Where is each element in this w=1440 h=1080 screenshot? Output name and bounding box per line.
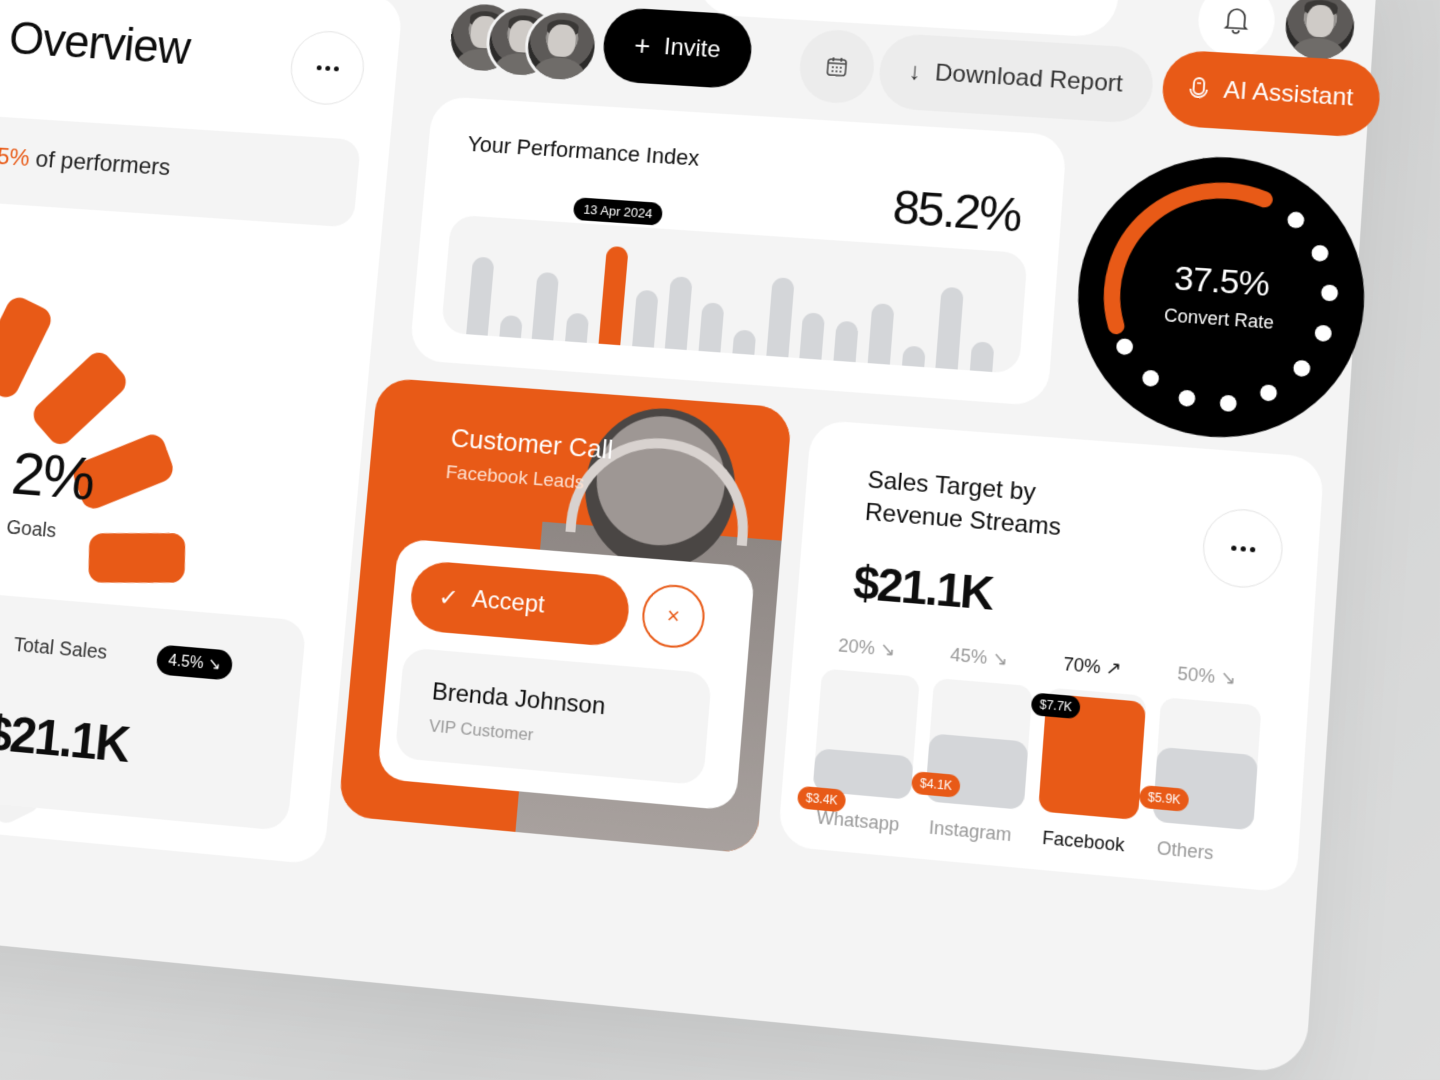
download-report-button[interactable]: ↓ Download Report [876, 32, 1156, 125]
performance-bars [460, 226, 1006, 373]
goal-label: Goals [5, 516, 58, 543]
stream-percent: 50% ↘ [1176, 663, 1237, 689]
total-sales-change-badge: 4.5% ↘ [155, 644, 234, 681]
stream-column[interactable]: 45% ↘ $4.1K Instagram [910, 643, 1039, 858]
invite-label: Invite [662, 33, 722, 64]
performance-bar[interactable] [631, 289, 659, 348]
arrow-up-right-icon: ↗ [1105, 657, 1123, 680]
bell-icon [1222, 5, 1251, 36]
performance-bar[interactable] [466, 256, 495, 336]
stream-name: Whatsapp [815, 806, 901, 836]
arrow-down-right-icon: ↘ [1219, 666, 1237, 689]
overview-title: Overview [6, 13, 192, 75]
performance-bar[interactable] [532, 271, 560, 341]
stream-percent: 70% ↗ [1062, 653, 1123, 680]
performance-title: Your Performance Index [466, 131, 701, 171]
call-panel: ✓ Accept × Brenda Johnson VIP Customer [376, 538, 756, 811]
performance-bar[interactable] [565, 313, 590, 343]
stream-percent: 20% ↘ [837, 635, 897, 661]
performance-bar[interactable] [833, 321, 859, 363]
plus-icon: + [632, 29, 652, 62]
sales-target-card: Sales Target by Revenue Streams $21.1K 2… [777, 419, 1325, 894]
performance-bar[interactable] [901, 345, 926, 368]
performers-highlight: 5% [0, 143, 31, 172]
dashboard-board: Search Overview 5% of performers 2% Goal… [0, 0, 1382, 1075]
performance-bar[interactable] [935, 286, 965, 370]
arrow-down-icon: ↓ [908, 57, 923, 86]
total-sales-card: Total Sales 4.5% ↘ $21.1K [0, 586, 307, 832]
calendar-button[interactable] [797, 27, 877, 106]
stream-amount-badge: $4.1K [910, 771, 962, 798]
search-input[interactable]: Search [694, 0, 1122, 39]
download-label: Download Report [934, 59, 1124, 98]
gauge-segment-filled [88, 533, 186, 583]
total-sales-value: $21.1K [0, 704, 132, 773]
calendar-icon [826, 57, 847, 77]
total-sales-change: 4.5% [167, 652, 205, 673]
total-sales-label: Total Sales [12, 634, 109, 664]
convert-rate-widget: 37.5% Convert Rate [1066, 147, 1375, 450]
stream-column[interactable]: 70% ↗ $7.7K Facebook [1030, 653, 1154, 869]
performers-banner: 5% of performers [0, 111, 362, 228]
performance-bar[interactable] [867, 302, 895, 365]
performance-bar[interactable] [765, 276, 795, 358]
stream-amount-badge: $7.7K [1030, 692, 1082, 720]
ai-assistant-button[interactable]: AI Assistant [1160, 49, 1382, 139]
mockup-stage: Search Overview 5% of performers 2% Goal… [0, 0, 1440, 1080]
sales-target-more-button[interactable] [1200, 506, 1286, 591]
revenue-streams: 20% ↘ $3.4K Whatsapp 45% ↘ $4.1K Instagra… [796, 634, 1279, 880]
performance-chart: 13 Apr 2024 [440, 197, 1028, 374]
overview-more-button[interactable] [287, 29, 368, 107]
performance-bar[interactable] [970, 341, 995, 373]
notification-button[interactable] [1195, 0, 1278, 60]
performance-bar[interactable] [698, 301, 725, 353]
team-avatars [444, 0, 606, 87]
user-avatar[interactable] [1280, 0, 1360, 65]
performance-bar-active[interactable] [598, 245, 629, 346]
goal-percent: 2% [8, 439, 97, 514]
performance-card: Your Performance Index 85.2% 13 Apr 2024 [408, 95, 1068, 407]
arrow-down-right-icon: ↘ [991, 647, 1009, 670]
stream-column[interactable]: 20% ↘ $3.4K Whatsapp [796, 634, 927, 848]
stream-fill [924, 733, 1029, 810]
stream-percent: 45% ↘ [949, 644, 1009, 670]
check-icon: ✓ [437, 583, 460, 612]
performance-tooltip: 13 Apr 2024 [572, 197, 664, 226]
performance-bar[interactable] [799, 312, 826, 360]
ai-assistant-label: AI Assistant [1222, 76, 1355, 112]
caller-info: Brenda Johnson VIP Customer [394, 647, 713, 786]
close-icon: × [665, 602, 681, 629]
stream-name: Others [1156, 837, 1215, 864]
stream-name: Instagram [928, 817, 1013, 846]
accept-button[interactable]: ✓ Accept [408, 559, 632, 648]
performance-value: 85.2% [890, 181, 1023, 243]
customer-call-card: Customer Call Facebook Leads ✓ Accept × B… [337, 377, 793, 855]
performance-bar[interactable] [665, 276, 694, 351]
performers-text: of performers [28, 145, 172, 182]
goal-gauge [0, 220, 312, 828]
performance-bar[interactable] [732, 329, 757, 355]
invite-button[interactable]: + Invite [600, 6, 755, 90]
performance-bar[interactable] [499, 314, 523, 339]
accept-label: Accept [471, 585, 546, 619]
gauge-segment-filled [28, 346, 132, 450]
sales-target-value: $21.1K [851, 555, 995, 620]
stream-amount-badge: $5.9K [1138, 784, 1190, 813]
decline-button[interactable]: × [639, 582, 708, 651]
microphone-icon [1188, 76, 1210, 103]
gauge-segment-filled [0, 292, 56, 402]
stream-name: Facebook [1041, 827, 1126, 856]
sales-target-title: Sales Target by Revenue Streams [864, 464, 1065, 544]
overview-card: Overview 5% of performers 2% Goals Total… [0, 0, 404, 866]
arrow-down-right-icon: ↘ [206, 655, 222, 674]
stream-column[interactable]: 50% ↘ $5.9K Others [1138, 662, 1268, 879]
arrow-down-right-icon: ↘ [879, 638, 897, 661]
